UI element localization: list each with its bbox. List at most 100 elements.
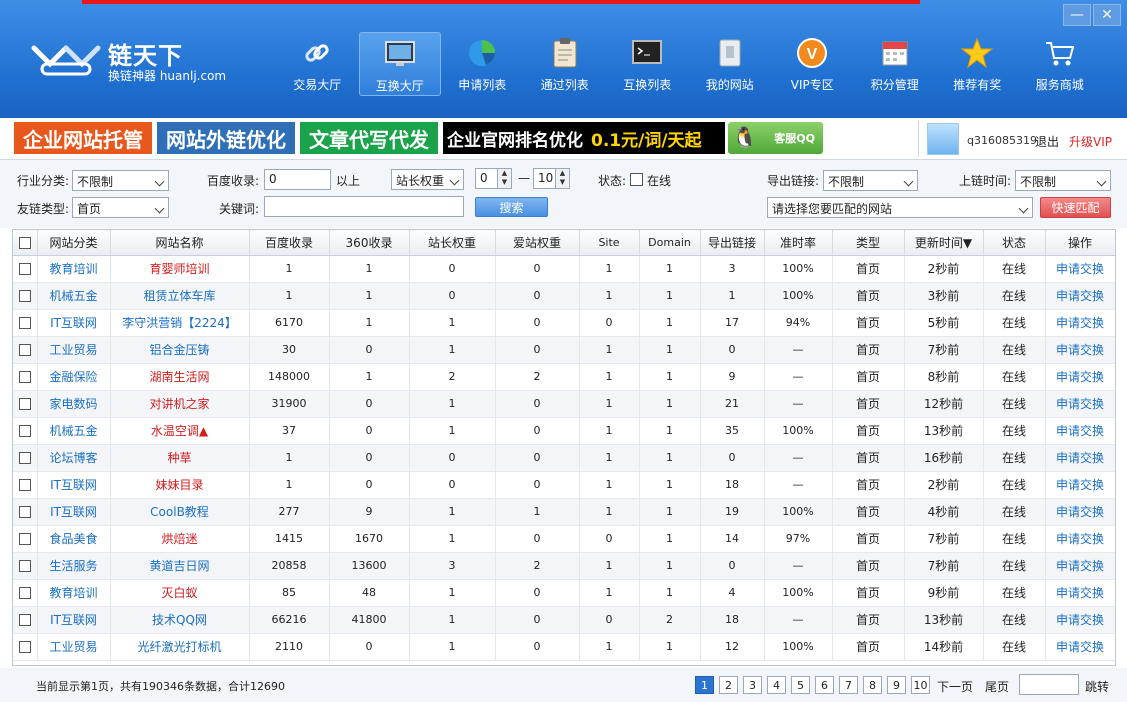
- row-apply-exchange-link[interactable]: 申请交换: [1045, 363, 1115, 391]
- row-apply-exchange-link[interactable]: 申请交换: [1045, 552, 1115, 580]
- row-apply-exchange-link[interactable]: 申请交换: [1045, 255, 1115, 283]
- row-site-name[interactable]: 育婴师培训: [110, 255, 250, 283]
- row-category-link[interactable]: IT互联网: [37, 309, 111, 337]
- table-row[interactable]: 金融保险 湖南生活网 148000 1 2 2 1 1 9— 首页 8秒前 在线 申请交换: [13, 363, 1115, 391]
- ad-outlink-seo[interactable]: 网站外链优化: [157, 122, 295, 154]
- online-checkbox[interactable]: [630, 173, 643, 186]
- row-site-name[interactable]: 黄道吉日网: [110, 552, 250, 580]
- page-button-9[interactable]: 9: [887, 676, 906, 694]
- row-checkbox[interactable]: [18, 344, 31, 356]
- column-header[interactable]: 爱站权重: [495, 230, 580, 256]
- row-site-name[interactable]: 灭白蚁: [110, 579, 250, 607]
- nav-item-4[interactable]: 互换列表: [606, 32, 689, 96]
- table-row[interactable]: 论坛博客 种草 1 0 0 0 1 1 0— 首页 16秒前 在线 申请交换: [13, 444, 1115, 472]
- row-checkbox[interactable]: [18, 587, 31, 599]
- table-row[interactable]: 工业贸易 光纤激光打标机 2110 0 1 0 1 1 12 100% 首页 14秒前 在线 申请交换: [13, 633, 1115, 661]
- row-category-link[interactable]: IT互联网: [37, 606, 111, 634]
- row-site-name[interactable]: 铝合金压铸: [110, 336, 250, 364]
- industry-select[interactable]: 不限制: [72, 170, 169, 191]
- search-button[interactable]: 搜索: [475, 197, 548, 217]
- nav-item-2[interactable]: 申请列表: [441, 32, 524, 96]
- table-row[interactable]: 机械五金 租赁立体车库 1 1 0 0 1 1 1 100% 首页 3秒前 在线 申请交换: [13, 282, 1115, 310]
- table-row[interactable]: 机械五金 水温空调▲ 37 0 1 0 1 1 35 100% 首页 13秒前 在线 申请交换: [13, 417, 1115, 445]
- page-button-5[interactable]: 5: [791, 676, 810, 694]
- row-site-name[interactable]: 对讲机之家: [110, 390, 250, 418]
- row-apply-exchange-link[interactable]: 申请交换: [1045, 471, 1115, 499]
- upgrade-vip-link[interactable]: 升级VIP: [1069, 133, 1112, 150]
- row-apply-exchange-link[interactable]: 申请交换: [1045, 633, 1115, 661]
- row-category-link[interactable]: 论坛博客: [37, 444, 111, 472]
- row-category-link[interactable]: IT互联网: [37, 471, 111, 499]
- row-checkbox[interactable]: [18, 317, 31, 329]
- keyword-input[interactable]: [264, 196, 464, 217]
- row-checkbox-cell[interactable]: [13, 633, 38, 661]
- row-apply-exchange-link[interactable]: 申请交换: [1045, 525, 1115, 553]
- column-header[interactable]: 更新时间▼: [904, 230, 984, 256]
- column-header[interactable]: 操作: [1045, 230, 1115, 256]
- column-header[interactable]: 网站名称: [110, 230, 250, 256]
- row-checkbox-cell[interactable]: [13, 390, 38, 418]
- page-button-7[interactable]: 7: [839, 676, 858, 694]
- table-row[interactable]: IT互联网 李守洪营销【2224】 6170 1 1 0 0 1 17 94% 首页 5秒前 在线 申请交…: [13, 309, 1115, 337]
- row-site-name[interactable]: 种草: [110, 444, 250, 472]
- row-apply-exchange-link[interactable]: 申请交换: [1045, 606, 1115, 634]
- outlinks-select[interactable]: 不限制: [823, 170, 918, 191]
- baidu-min-input[interactable]: 0: [264, 169, 331, 190]
- column-header[interactable]: 准时率: [764, 230, 833, 256]
- row-checkbox[interactable]: [18, 479, 31, 491]
- row-category-link[interactable]: 生活服务: [37, 552, 111, 580]
- row-site-name[interactable]: 租赁立体车库: [110, 282, 250, 310]
- jump-page-input[interactable]: [1019, 674, 1079, 695]
- nav-item-6[interactable]: V VIP专区: [771, 32, 854, 96]
- row-checkbox-cell[interactable]: [13, 363, 38, 391]
- page-button-4[interactable]: 4: [767, 676, 786, 694]
- weight-min-spin-icon[interactable]: ▲ ▼: [497, 169, 511, 188]
- nav-item-3[interactable]: 通过列表: [524, 32, 607, 96]
- online-time-select[interactable]: 不限制: [1015, 170, 1111, 191]
- logout-link[interactable]: 退出: [1035, 133, 1059, 150]
- row-site-name[interactable]: 技术QQ网: [110, 606, 250, 634]
- row-checkbox[interactable]: [18, 371, 31, 383]
- column-header[interactable]: 360收录: [329, 230, 410, 256]
- table-row[interactable]: 教育培训 育婴师培训 1 1 0 0 1 1 3 100% 首页 2秒前 在线 申请交换: [13, 255, 1115, 283]
- row-category-link[interactable]: 教育培训: [37, 255, 111, 283]
- row-category-link[interactable]: 机械五金: [37, 417, 111, 445]
- row-apply-exchange-link[interactable]: 申请交换: [1045, 579, 1115, 607]
- table-row[interactable]: 教育培训 灭白蚁 85 48 1 0 1 1 4 100% 首页 9秒前 在线 申请交换: [13, 579, 1115, 607]
- row-checkbox-cell[interactable]: [13, 309, 38, 337]
- row-category-link[interactable]: 家电数码: [37, 390, 111, 418]
- row-apply-exchange-link[interactable]: 申请交换: [1045, 417, 1115, 445]
- row-checkbox-cell[interactable]: [13, 552, 38, 580]
- jump-button[interactable]: 跳转: [1085, 678, 1109, 695]
- table-row[interactable]: 食品美食 烘焙迷 1415 1670 1 0 0 1 14 97% 首页 7秒前 在线 申请交换: [13, 525, 1115, 553]
- page-button-3[interactable]: 3: [743, 676, 762, 694]
- row-site-name[interactable]: 湖南生活网: [110, 363, 250, 391]
- row-site-name[interactable]: 李守洪营销【2224】: [110, 309, 250, 337]
- row-apply-exchange-link[interactable]: 申请交换: [1045, 309, 1115, 337]
- table-row[interactable]: IT互联网 CoolB教程 277 9 1 1 1 1 19 100% 首页 4秒前 在线 申请交换: [13, 498, 1115, 526]
- row-apply-exchange-link[interactable]: 申请交换: [1045, 282, 1115, 310]
- minimize-button[interactable]: —: [1063, 4, 1091, 26]
- column-header[interactable]: 类型: [832, 230, 905, 256]
- row-site-name[interactable]: 水温空调▲: [110, 417, 250, 445]
- row-site-name[interactable]: 光纤激光打标机: [110, 633, 250, 661]
- row-site-name[interactable]: 烘焙迷: [110, 525, 250, 553]
- weight-min-stepper[interactable]: 0 ▲ ▼: [475, 168, 512, 189]
- ad-hosting[interactable]: 企业网站托管: [14, 122, 152, 154]
- row-category-link[interactable]: 金融保险: [37, 363, 111, 391]
- row-checkbox[interactable]: [18, 263, 31, 275]
- row-checkbox[interactable]: [18, 560, 31, 572]
- nav-item-9[interactable]: 服务商城: [1019, 32, 1102, 96]
- row-category-link[interactable]: 教育培训: [37, 579, 111, 607]
- column-header[interactable]: 导出链接: [700, 230, 765, 256]
- row-checkbox[interactable]: [18, 290, 31, 302]
- table-row[interactable]: 家电数码 对讲机之家 31900 0 1 0 1 1 21— 首页 12秒前 在线 申请交换: [13, 390, 1115, 418]
- next-page-link[interactable]: 下一页: [937, 678, 973, 695]
- column-header[interactable]: Site: [579, 230, 640, 256]
- nav-item-8[interactable]: 推荐有奖: [936, 32, 1019, 96]
- page-button-6[interactable]: 6: [815, 676, 834, 694]
- nav-item-1[interactable]: 互换大厅: [358, 32, 441, 96]
- row-checkbox[interactable]: [18, 614, 31, 626]
- row-checkbox-cell[interactable]: [13, 444, 38, 472]
- page-button-2[interactable]: 2: [719, 676, 738, 694]
